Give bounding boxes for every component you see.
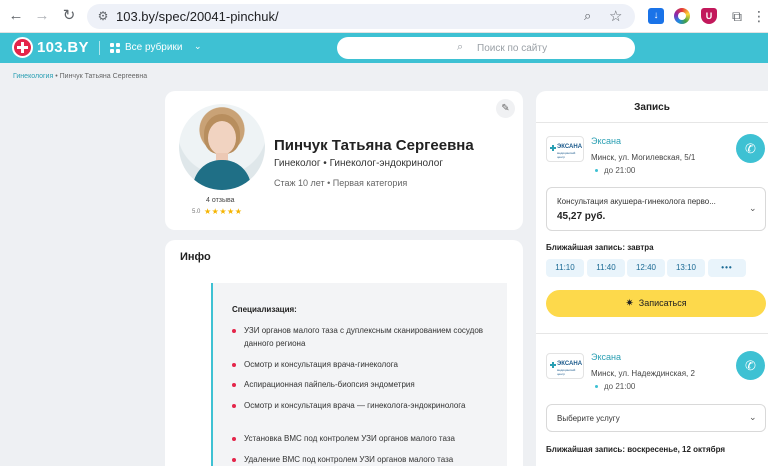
doctor-avatar xyxy=(179,104,265,190)
bullet-icon xyxy=(232,383,236,387)
list-item-text: Удаление ВМС под контролем УЗИ органов м… xyxy=(244,455,454,464)
reload-icon[interactable]: ↻ xyxy=(59,6,79,26)
reviews-link[interactable]: 4 отзыва xyxy=(206,197,235,204)
divider xyxy=(536,333,768,334)
divider xyxy=(536,122,768,123)
browser-toolbar: ← → ↻ ⚙ 103.by/spec/20041-pinchuk/ ⌕ ☆ ↓… xyxy=(0,0,768,33)
service-select[interactable]: Консультация акушера-гинеколога перво...… xyxy=(546,187,766,231)
address-bar[interactable]: ⚙ 103.by/spec/20041-pinchuk/ ⌕ ☆ xyxy=(87,4,635,29)
time-slot[interactable]: 12:40 xyxy=(627,259,665,277)
bullet-icon xyxy=(232,437,236,441)
rating-value: 5.0 xyxy=(192,209,201,215)
doctor-name: Пинчук Татьяна Сергеевна xyxy=(274,137,474,154)
sparkle-icon: ✷ xyxy=(625,298,634,309)
site-logo[interactable]: 103.BY xyxy=(37,39,89,56)
bullet-icon xyxy=(232,329,236,333)
info-title: Инфо xyxy=(180,251,211,263)
grid-icon[interactable] xyxy=(110,43,120,53)
bookmark-star-icon[interactable]: ☆ xyxy=(609,7,622,25)
specialization-heading: Специализация: xyxy=(232,305,297,314)
search-input[interactable] xyxy=(477,40,627,56)
status-dot-icon xyxy=(595,385,598,389)
clinic-name-link[interactable]: Эксана xyxy=(591,352,621,362)
clinic-address: Минск, ул. Надеждинская, 2 xyxy=(591,369,695,378)
clinic-cross-icon xyxy=(550,362,556,368)
book-appointment-button[interactable]: ✷ Записаться xyxy=(546,290,766,317)
clinic-logo[interactable]: ЭКСАНА медицинский центр xyxy=(546,353,584,379)
site-info-icon[interactable]: ⚙ xyxy=(95,8,111,24)
logo-cross-icon[interactable] xyxy=(12,37,33,58)
clinic-hours: до 21:00 xyxy=(595,382,635,391)
service-select-label: Выберите услугу xyxy=(557,414,620,423)
breadcrumb-current: Пинчук Татьяна Сергеевна xyxy=(59,73,148,80)
download-extension-icon[interactable]: ↓ xyxy=(648,8,664,24)
bullet-icon xyxy=(232,363,236,367)
header-divider xyxy=(99,41,100,55)
list-item-text: Аспирационная пайпель-биопсия эндометрия xyxy=(244,380,415,389)
chevron-down-icon[interactable]: ⌄ xyxy=(749,412,757,423)
chevron-down-icon[interactable]: ⌄ xyxy=(749,203,757,214)
book-button-label: Записаться xyxy=(638,298,687,308)
bullet-icon xyxy=(232,404,236,408)
call-button[interactable]: ✆ xyxy=(736,351,765,380)
time-slot[interactable]: 11:10 xyxy=(546,259,584,277)
clinic-name-link[interactable]: Эксана xyxy=(591,136,621,146)
doctor-experience: Стаж 10 лет • Первая категория xyxy=(274,178,408,188)
shield-extension-icon[interactable]: U xyxy=(701,8,717,24)
service-select-label: Консультация акушера-гинеколога перво... xyxy=(557,197,716,206)
zoom-icon[interactable]: ⌕ xyxy=(584,8,591,24)
site-search[interactable]: ⌕ xyxy=(337,37,635,59)
breadcrumb-separator: • xyxy=(55,73,58,80)
clinic-cross-icon xyxy=(550,145,556,151)
color-extension-icon[interactable] xyxy=(674,8,690,24)
search-icon: ⌕ xyxy=(457,41,464,53)
breadcrumb: Гинекология • Пинчук Татьяна Сергеевна xyxy=(13,73,147,80)
extensions-puzzle-icon[interactable]: ⧉ xyxy=(729,8,745,24)
doctor-specialty: Гинеколог • Гинеколог-эндокринолог xyxy=(274,158,443,169)
edit-pencil-icon[interactable]: ✎ xyxy=(496,99,515,118)
list-item-text: Осмотр и консультация врача — гинеколога… xyxy=(244,401,466,410)
clinic-hours: до 21:00 xyxy=(595,166,635,175)
list-item-text: УЗИ органов малого таза с дуплексным ска… xyxy=(244,326,484,348)
call-button[interactable]: ✆ xyxy=(736,134,765,163)
back-icon[interactable]: ← xyxy=(6,6,26,26)
booking-title: Запись xyxy=(634,102,670,113)
clinic-logo[interactable]: ЭКСАНА медицинский центр xyxy=(546,136,584,162)
service-select[interactable]: Выберите услугу ⌄ xyxy=(546,404,766,432)
more-slots-button[interactable]: ••• xyxy=(708,259,746,277)
nearest-appointment: Ближайшая запись: воскресенье, 12 октябр… xyxy=(546,445,726,454)
service-price: 45,27 руб. xyxy=(557,211,606,222)
site-header: 103.BY Все рубрики ⌄ ⌕ xyxy=(0,33,768,63)
rubrics-button[interactable]: Все рубрики xyxy=(125,42,182,53)
nearest-appointment: Ближайшая запись: завтра xyxy=(546,243,654,252)
chevron-down-icon[interactable]: ⌄ xyxy=(194,41,202,52)
status-dot-icon xyxy=(595,169,598,173)
list-item-text: Осмотр и консультация врача-гинеколога xyxy=(244,360,398,369)
breadcrumb-link-gynecology[interactable]: Гинекология xyxy=(13,73,53,80)
bullet-icon xyxy=(232,458,236,462)
clinic-address: Минск, ул. Могилевская, 5/1 xyxy=(591,153,696,162)
browser-menu-icon[interactable]: ⋮ xyxy=(752,8,766,24)
address-url[interactable]: 103.by/spec/20041-pinchuk/ xyxy=(116,9,279,24)
list-item-text: Установка ВМС под контролем УЗИ органов … xyxy=(244,434,455,443)
rating-stars-icon: ★★★★★ xyxy=(204,207,243,216)
forward-icon[interactable]: → xyxy=(32,6,52,26)
time-slot[interactable]: 11:40 xyxy=(587,259,625,277)
time-slot[interactable]: 13:10 xyxy=(667,259,705,277)
